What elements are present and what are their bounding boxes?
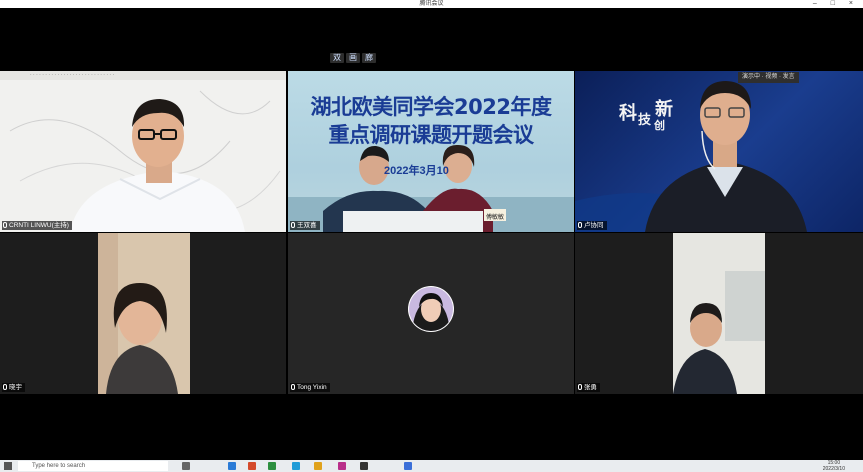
mic-icon [291,384,295,390]
view-option-2[interactable]: 画 [346,53,360,63]
mic-icon [578,222,582,228]
video-tile-5[interactable]: Tong Yixin [288,233,574,394]
windows-start-icon[interactable] [4,462,12,470]
participant-name: 卢协同 [577,221,607,230]
window-title: 腾讯会议 [419,1,444,7]
mic-icon [3,222,7,228]
participant-video [98,233,190,394]
participant-name: Tong Yixin [290,383,330,392]
task-view-icon[interactable] [182,462,190,470]
avatar [408,286,454,332]
system-clock[interactable]: 15:00 2022/3/10 [823,460,845,472]
taskbar-search[interactable]: Type here to search [18,461,168,471]
window-controls[interactable]: – □ × [813,0,859,8]
app-icon[interactable] [248,462,256,470]
app-icon[interactable] [268,462,276,470]
mic-icon [3,384,7,390]
video-tile-6[interactable]: 张勇 [575,233,863,394]
participant-video [575,81,807,232]
app-icon[interactable] [292,462,300,470]
taskbar: Type here to search 15:00 2022/3/10 [0,460,863,472]
app-icon[interactable] [338,462,346,470]
video-tile-4[interactable]: 晓宇 [0,233,286,394]
name-card: 傅敏敏 [486,215,505,221]
view-toggle[interactable]: 双 画 廊 [330,53,376,63]
mic-icon [578,384,582,390]
app-icon[interactable] [360,462,368,470]
window-titlebar: 腾讯会议 – □ × [0,0,863,8]
participant-name: CRNTI LINWU(主持) [2,221,72,230]
video-tile-1[interactable]: · · · · · · · · · · · · · · · · · · · · … [0,71,286,232]
top-indicator[interactable]: 演示中 · 视频 · 发言 [738,72,799,83]
participant-name: 张勇 [577,383,600,392]
tencent-meeting-icon[interactable] [404,462,412,470]
view-option-3[interactable]: 廊 [362,53,376,63]
participant-video [9,90,281,232]
mic-icon [291,222,295,228]
slide-date: 2022年3月10 [384,165,449,177]
app-icon[interactable] [228,462,236,470]
app-icon[interactable] [314,462,322,470]
video-tile-2[interactable]: 湖北欧美同学会2022年度 重点调研课题开题会议 2022年3月10 傅敏敏 王… [288,71,574,232]
participant-video [288,144,574,232]
video-tile-3[interactable]: 科 技 新 创 演示中 · 视频 · 发言 卢协同 [575,71,863,232]
participant-name: 王双喜 [290,221,320,230]
view-option-1[interactable]: 双 [330,53,344,63]
participant-name: 晓宇 [2,383,25,392]
participant-video [673,233,765,394]
